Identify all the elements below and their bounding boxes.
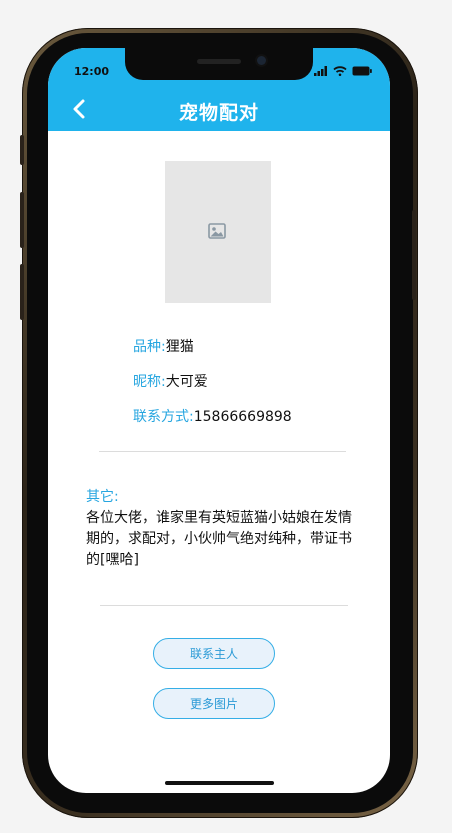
contact-value[interactable]: 15866669898	[194, 409, 292, 425]
nickname-value: 大可爱	[165, 374, 208, 390]
contact-label: 联系方式:	[133, 409, 194, 425]
divider-top	[99, 451, 346, 452]
battery-icon	[352, 66, 372, 76]
more-photos-button[interactable]: 更多图片	[153, 688, 275, 719]
status-icons	[314, 66, 372, 76]
breed-value: 狸猫	[165, 339, 194, 355]
home-indicator[interactable]	[165, 781, 274, 785]
other-description: 各位大佬，谁家里有英短蓝猫小姑娘在发情期的，求配对，小伙帅气绝对纯种，带证书的[…	[86, 510, 352, 568]
divider-bottom	[100, 605, 348, 606]
phone-power-button	[412, 210, 416, 300]
wifi-icon	[333, 66, 347, 76]
breed-label: 品种:	[133, 339, 166, 355]
phone-mute-switch	[20, 135, 24, 165]
front-camera	[257, 56, 266, 65]
pet-photo[interactable]	[165, 161, 271, 303]
phone-volume-up	[20, 192, 24, 248]
screen: 12:00 宠物配对 品种:狸猫 昵称:大可爱 联系方式:15866669898…	[48, 48, 390, 793]
image-placeholder-icon	[208, 223, 226, 239]
notch	[125, 48, 313, 80]
nickname-row: 昵称:大可爱	[133, 371, 208, 391]
phone-volume-down	[20, 264, 24, 320]
status-time: 12:00	[74, 65, 110, 78]
signal-icon	[314, 66, 327, 76]
breed-row: 品种:狸猫	[133, 336, 194, 356]
nickname-label: 昵称:	[133, 374, 166, 390]
contact-row: 联系方式:15866669898	[133, 406, 292, 426]
page-title: 宠物配对	[178, 102, 259, 124]
contact-owner-button[interactable]: 联系主人	[153, 638, 275, 669]
nav-bar: 宠物配对	[48, 88, 390, 131]
earpiece-speaker	[197, 59, 241, 64]
other-label: 其它:	[86, 489, 119, 505]
